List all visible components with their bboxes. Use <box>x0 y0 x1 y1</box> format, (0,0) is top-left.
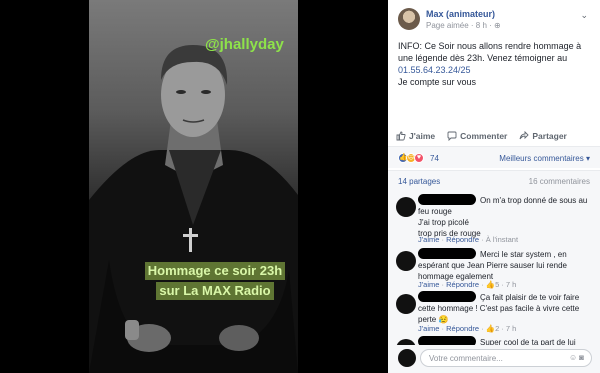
shares-count[interactable]: 14 partages <box>398 177 440 186</box>
overlay-handle: @jhallyday <box>205 36 284 53</box>
comment-footer: J'aime · Répondre · 👍2 · 7 h <box>418 324 517 333</box>
comment-item: Merci le star system , en espérant que J… <box>396 248 592 290</box>
globe-icon: ⊕ <box>494 21 501 30</box>
comment-text: On m'a trop donné de sous au feu rouge J… <box>418 196 588 238</box>
comment-composer: ☺◙ <box>388 345 600 373</box>
comment-icon <box>447 131 457 141</box>
comment-label: Commenter <box>460 131 508 141</box>
commenter-avatar[interactable] <box>396 251 416 271</box>
comment-footer: J'aime · Répondre · À l'instant <box>418 235 519 244</box>
post-body: INFO: Ce Soir nous allons rendre hommage… <box>398 40 594 88</box>
post-meta-text: Page aimée · 8 h · <box>426 21 495 30</box>
thumbs-up-small-icon: 👍 <box>485 324 496 333</box>
love-reaction-icon: ♥ <box>414 153 424 163</box>
media-viewer[interactable]: @jhallyday Hommage ce soir 23h sur La MA… <box>0 0 388 373</box>
comment-input[interactable] <box>420 349 592 367</box>
share-label: Partager <box>532 131 567 141</box>
comment-time: · 7 h <box>499 324 517 333</box>
comment-sort-dropdown[interactable]: Meilleurs commentaires ▾ <box>499 154 590 163</box>
post-meta: Page aimée · 8 h · ⊕ <box>426 21 501 30</box>
comments-list[interactable]: On m'a trop donné de sous au feu rouge J… <box>388 190 600 345</box>
comment-item: On m'a trop donné de sous au feu rouge J… <box>396 194 592 244</box>
reaction-icons[interactable]: 👍 ☹ ♥ <box>398 153 424 163</box>
share-button[interactable]: Partager <box>519 128 567 144</box>
comment-text: Merci le star system , en espérant que J… <box>418 250 567 281</box>
commenter-avatar[interactable] <box>396 197 416 217</box>
comment-reply-link[interactable]: Répondre <box>446 280 479 289</box>
author-name[interactable]: Max (animateur) <box>426 9 495 19</box>
comment-text: Super cool de ta part de lui rendre <box>480 338 576 345</box>
thumbs-up-small-icon: 👍 <box>485 280 496 289</box>
comments-count[interactable]: 16 commentaires <box>529 177 590 186</box>
post-text-line2: Je compte sur vous <box>398 77 477 87</box>
comment-sort-label: Meilleurs commentaires <box>499 154 584 163</box>
post-panel: Max (animateur) Page aimée · 8 h · ⊕ ⌄ I… <box>388 0 600 373</box>
current-user-avatar <box>398 349 416 367</box>
comment-text: Ça fait plaisir de te voir faire cette h… <box>418 293 580 324</box>
reactions-bar: 👍 ☹ ♥ 74 Meilleurs commentaires ▾ <box>388 146 600 168</box>
camera-icon[interactable]: ◙ <box>579 353 586 362</box>
like-button[interactable]: J'aime <box>396 128 435 144</box>
phone-link[interactable]: 01.55.64.23.24/25 <box>398 65 471 75</box>
comment-like-link[interactable]: J'aime <box>418 324 439 333</box>
author-avatar[interactable] <box>398 8 420 30</box>
reaction-count[interactable]: 74 <box>430 154 439 163</box>
emoji-icon[interactable]: ☺ <box>569 353 579 362</box>
comment-time: · À l'instant <box>479 235 519 244</box>
chevron-down-icon: ▾ <box>585 154 590 163</box>
post-photo <box>89 0 298 373</box>
share-icon <box>519 131 529 140</box>
comment-time: · 7 h <box>499 280 517 289</box>
post-options-icon[interactable]: ⌄ <box>580 10 588 21</box>
comment-button[interactable]: Commenter <box>447 128 507 144</box>
commenter-avatar[interactable] <box>396 294 416 314</box>
comment-item: Super cool de ta part de lui rendre <box>396 336 592 345</box>
portrait-illustration <box>89 45 298 373</box>
comment-reply-link[interactable]: Répondre <box>446 324 479 333</box>
post-actions: J'aime Commenter Partager <box>396 128 592 144</box>
like-label: J'aime <box>409 131 436 141</box>
comment-footer: J'aime · Répondre · 👍5 · 7 h <box>418 280 517 289</box>
comment-item: Ça fait plaisir de te voir faire cette h… <box>396 291 592 335</box>
composer-icons: ☺◙ <box>569 353 586 362</box>
overlay-caption-line1: Hommage ce soir 23h <box>144 262 286 280</box>
post-stats: 14 partages 16 commentaires <box>388 170 600 190</box>
thumbs-up-icon <box>396 131 406 141</box>
post-text-line1: INFO: Ce Soir nous allons rendre hommage… <box>398 41 582 63</box>
comment-reply-link[interactable]: Répondre <box>446 235 479 244</box>
comment-like-link[interactable]: J'aime <box>418 280 439 289</box>
comment-like-link[interactable]: J'aime <box>418 235 439 244</box>
overlay-caption: Hommage ce soir 23h sur La MAX Radio <box>140 262 290 302</box>
post-header: Max (animateur) Page aimée · 8 h · ⊕ ⌄ <box>398 8 594 34</box>
overlay-caption-line2: sur La MAX Radio <box>156 282 274 300</box>
